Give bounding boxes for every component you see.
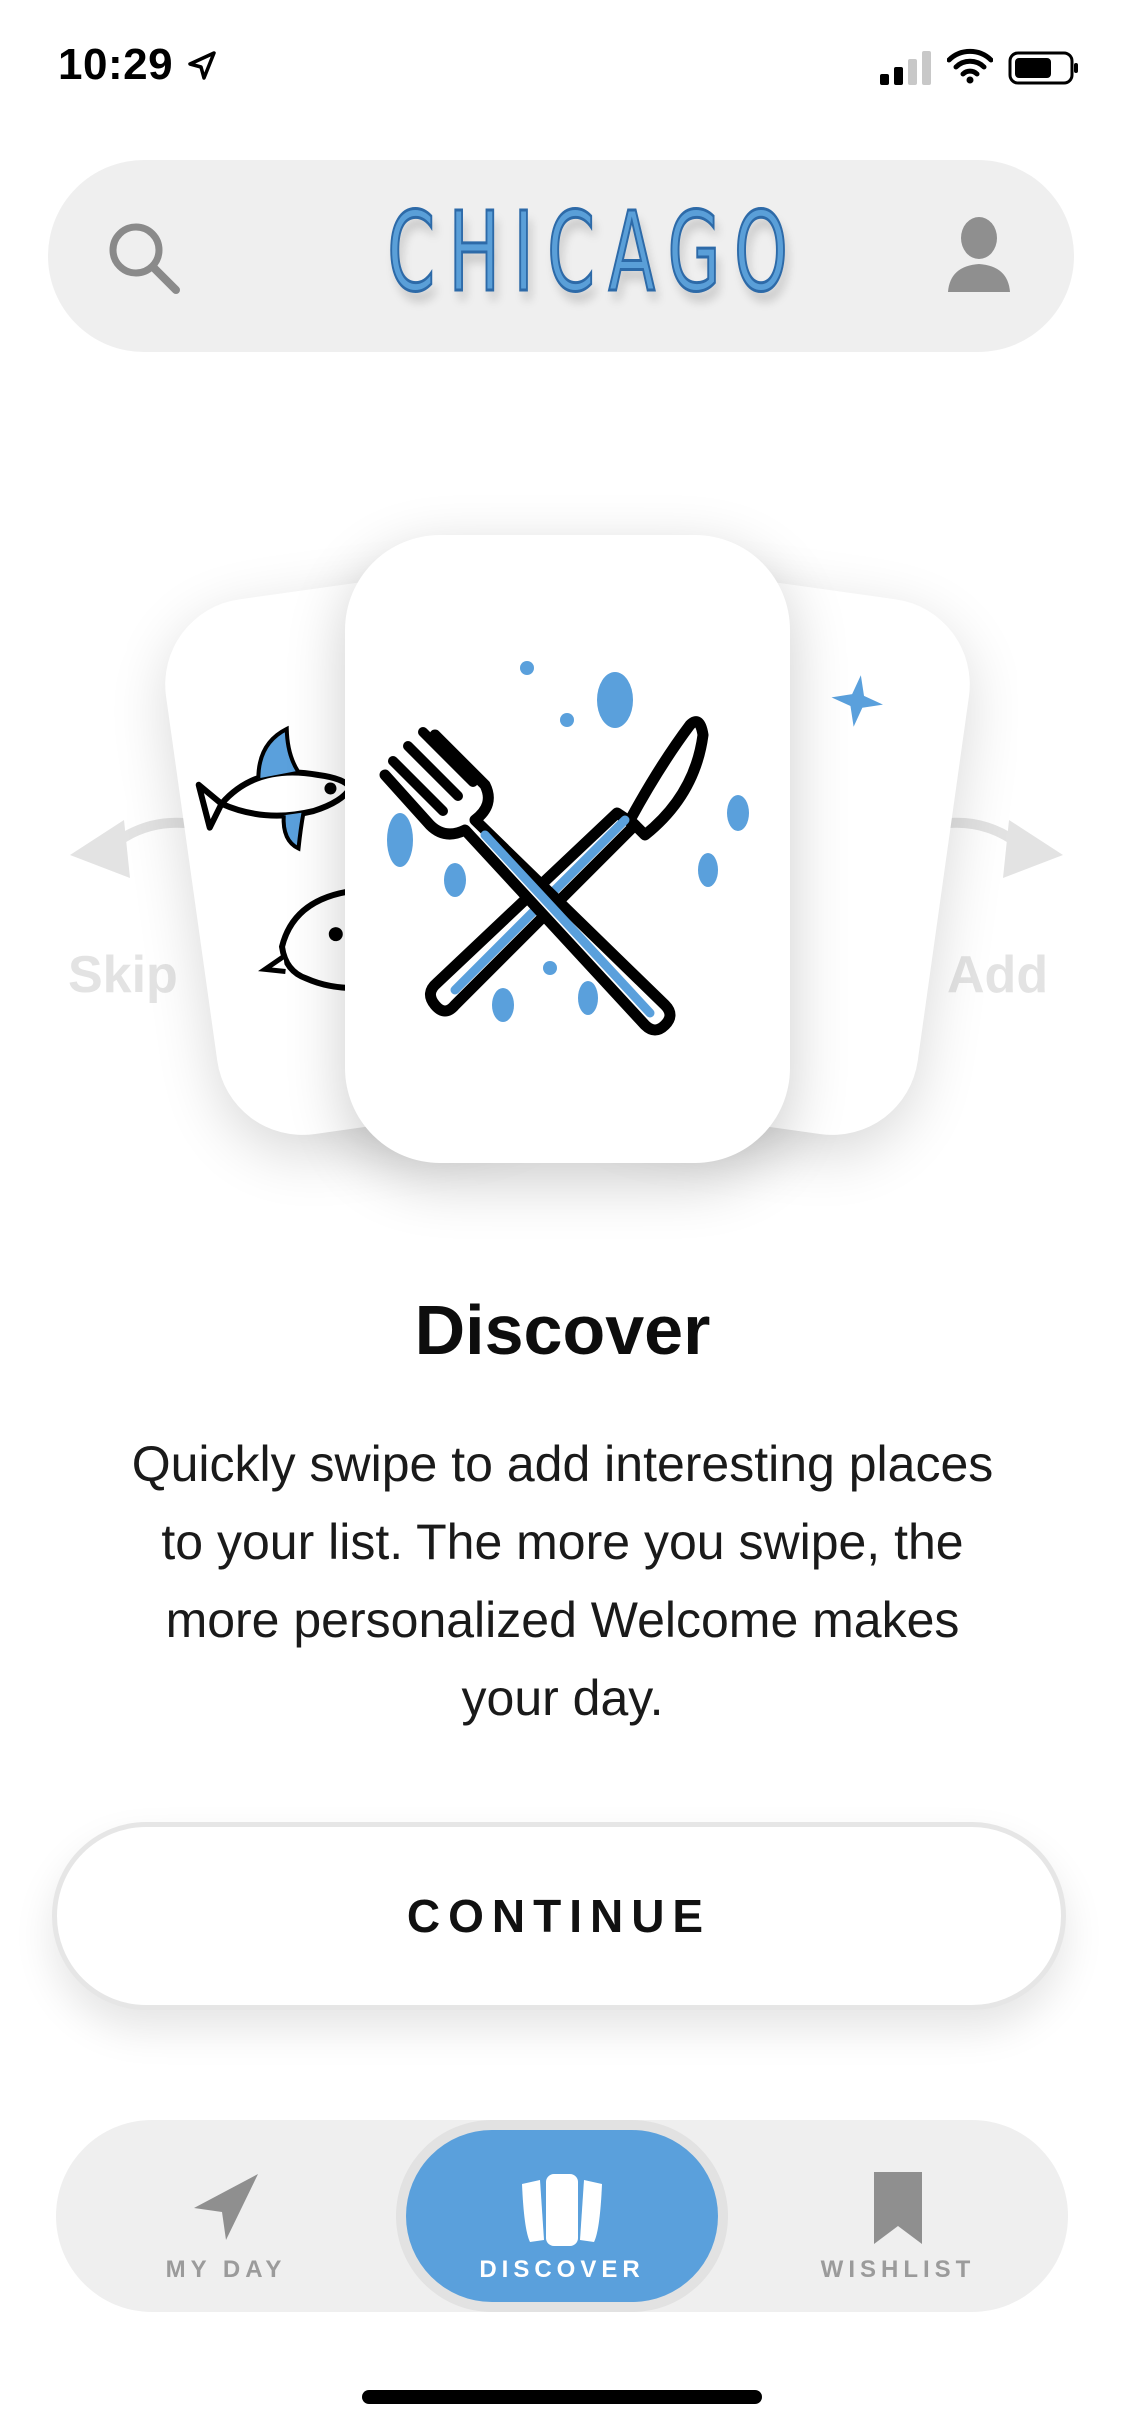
add-label: Add bbox=[947, 946, 1049, 1004]
bookmark-icon bbox=[874, 2172, 922, 2244]
page-heading: Discover bbox=[414, 1291, 711, 1369]
tab-wishlist[interactable]: WISHLIST bbox=[768, 2120, 1028, 2312]
tab-my-day-label: MY DAY bbox=[165, 2256, 287, 2283]
card-restaurants[interactable] bbox=[345, 535, 790, 1163]
tab-wishlist-label: WISHLIST bbox=[820, 2256, 976, 2283]
status-time: 10:29 bbox=[58, 40, 174, 89]
tab-my-day[interactable]: MY DAY bbox=[96, 2120, 356, 2312]
home-indicator[interactable] bbox=[362, 2390, 762, 2404]
wifi-icon bbox=[947, 48, 993, 84]
navigation-arrow-icon bbox=[194, 2174, 258, 2240]
tab-discover-label: DISCOVER bbox=[479, 2256, 645, 2283]
profile-icon[interactable] bbox=[944, 214, 1014, 294]
continue-button[interactable]: CONTINUE bbox=[52, 1822, 1066, 2010]
location-arrow-icon bbox=[188, 51, 216, 80]
search-icon[interactable] bbox=[104, 218, 184, 298]
cards-icon bbox=[522, 2174, 602, 2246]
battery-icon bbox=[1008, 51, 1078, 85]
tab-discover[interactable]: DISCOVER bbox=[406, 2130, 718, 2302]
city-title: CHICAGO bbox=[386, 187, 802, 318]
page-description: Quickly swipe to add interesting places … bbox=[131, 1436, 994, 1726]
fork-knife-icon bbox=[379, 661, 749, 1036]
cellular-signal-icon bbox=[880, 51, 931, 85]
skip-label: Skip bbox=[68, 946, 178, 1004]
